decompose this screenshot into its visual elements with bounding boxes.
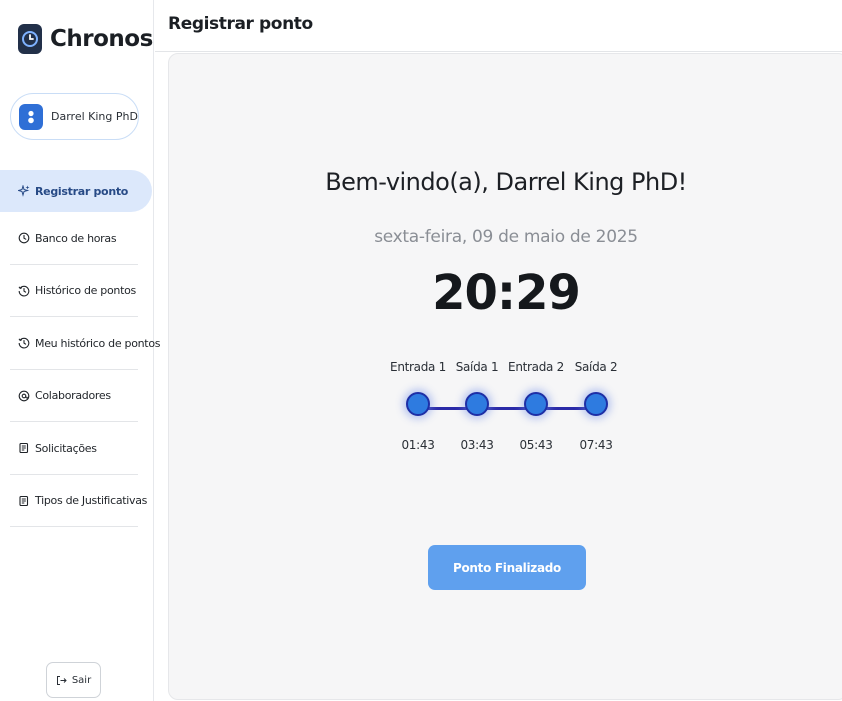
top-bar: Registrar ponto (155, 0, 842, 52)
sidebar-item-label: Tipos de Justificativas (35, 494, 148, 508)
sidebar-nav: Registrar ponto Banco de horas Histórico… (0, 170, 160, 527)
sidebar-item-label: Solicitações (35, 441, 97, 455)
sidebar-item-solicitacoes[interactable]: Solicitações (0, 422, 154, 475)
sidebar: Chronos Darrel King PhD Registrar ponto … (0, 0, 160, 701)
timeline-label: Saída 1 (455, 360, 499, 374)
history-icon (18, 337, 30, 349)
sidebar-item-label: Registrar ponto (35, 184, 129, 198)
brand-name: Chronos (50, 26, 153, 52)
timeline-time: 07:43 (579, 438, 613, 452)
user-name: Darrel King PhD (51, 110, 138, 123)
timeline-time: 05:43 (519, 438, 553, 452)
sidebar-item-label: Colaboradores (35, 389, 111, 403)
timeline-time: 03:43 (460, 438, 494, 452)
timeline-dot (524, 392, 548, 416)
logout-button[interactable]: Sair (46, 662, 101, 698)
ponto-finalizado-button[interactable]: Ponto Finalizado (428, 545, 586, 590)
clock-icon (18, 232, 30, 244)
sidebar-item-label: Meu histórico de pontos (35, 336, 161, 350)
sidebar-item-label: Histórico de pontos (35, 284, 136, 298)
sidebar-item-label: Banco de horas (35, 231, 117, 245)
page-title: Registrar ponto (168, 14, 313, 34)
sidebar-item-colaboradores[interactable]: Colaboradores (0, 370, 154, 422)
sidebar-item-meu-historico-de-pontos[interactable]: Meu histórico de pontos (0, 317, 160, 370)
current-time: 20:29 (432, 265, 581, 321)
clipboard-icon (18, 495, 30, 507)
sparkle-icon (18, 185, 30, 197)
sidebar-item-tipos-de-justificativas[interactable]: Tipos de Justificativas (0, 475, 154, 527)
timeline-point-saida-2: Saída 2 07:43 (566, 360, 626, 452)
timeline-dot (465, 392, 489, 416)
main-panel: Bem-vindo(a), Darrel King PhD! sexta-fei… (168, 53, 842, 700)
timeline-point-entrada-1: Entrada 1 01:43 (388, 360, 448, 452)
logout-label: Sair (71, 674, 92, 686)
at-icon (18, 390, 30, 402)
timeline-dot (584, 392, 608, 416)
timeline-time: 01:43 (401, 438, 435, 452)
history-icon (18, 285, 30, 297)
sidebar-item-historico-de-pontos[interactable]: Histórico de pontos (0, 265, 154, 317)
user-icon (19, 103, 43, 130)
welcome-message: Bem-vindo(a), Darrel King PhD! (325, 168, 687, 196)
timeline-dot (406, 392, 430, 416)
current-date: sexta-feira, 09 de maio de 2025 (374, 227, 638, 247)
timeline-label: Entrada 1 (390, 360, 446, 374)
clock-logo-icon (18, 24, 42, 54)
timeline-point-entrada-2: Entrada 2 05:43 (506, 360, 566, 452)
logout-icon (56, 675, 67, 686)
timeline-label: Saída 2 (574, 360, 618, 374)
sidebar-item-registrar-ponto[interactable]: Registrar ponto (0, 170, 152, 212)
timeline-label: Entrada 2 (508, 360, 564, 374)
divider (10, 526, 138, 527)
clipboard-icon (18, 442, 30, 454)
punch-timeline: Entrada 1 01:43 Saída 1 03:43 Entrada 2 … (381, 360, 631, 470)
sidebar-item-banco-de-horas[interactable]: Banco de horas (0, 212, 154, 265)
user-profile-chip[interactable]: Darrel King PhD (10, 93, 139, 140)
brand[interactable]: Chronos (18, 24, 153, 54)
timeline-point-saida-1: Saída 1 03:43 (447, 360, 507, 452)
